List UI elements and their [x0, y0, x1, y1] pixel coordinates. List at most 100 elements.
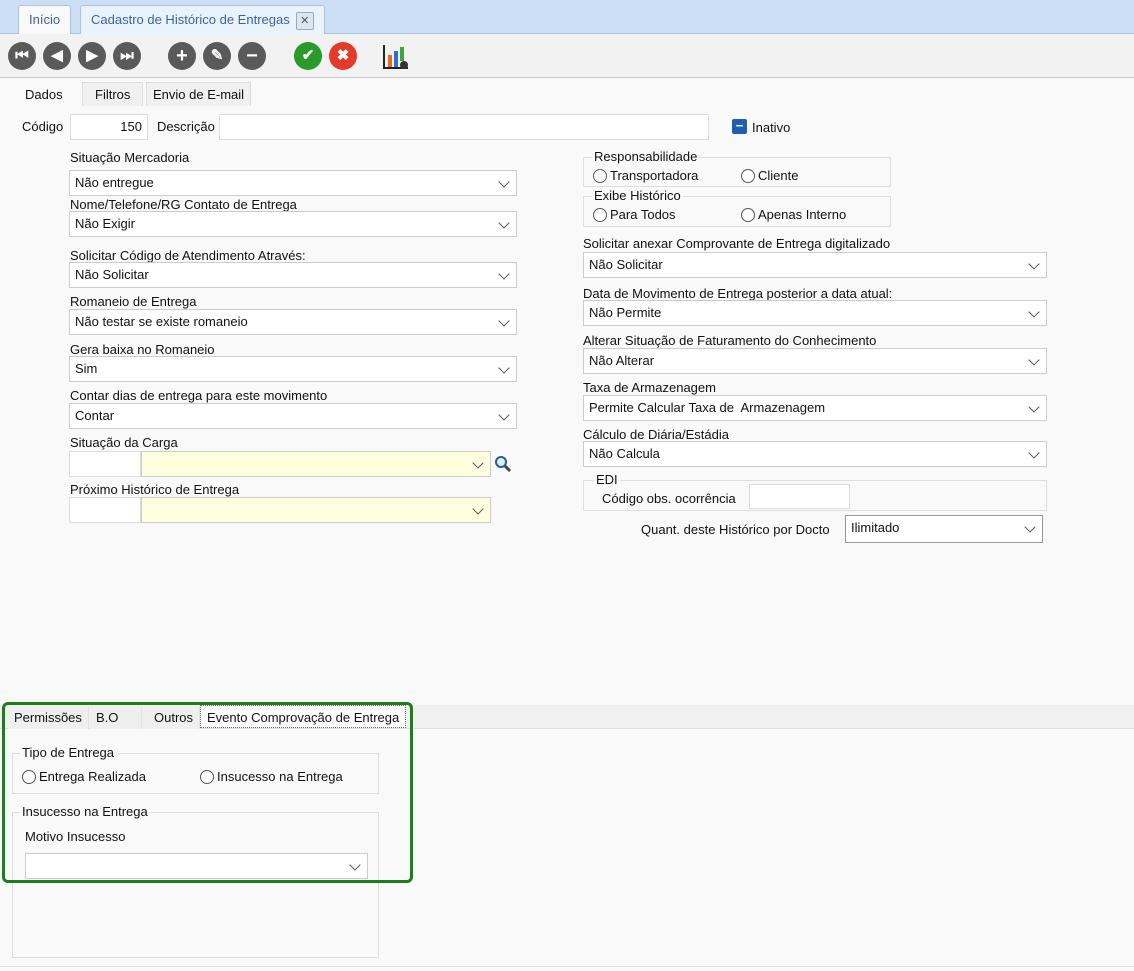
radio-cliente[interactable]: Cliente	[741, 168, 798, 183]
situacao-carga-select[interactable]	[141, 451, 491, 477]
next-record-icon[interactable]: ▶	[78, 42, 106, 70]
select-value: Não Solicitar	[75, 267, 149, 282]
faturamento-select[interactable]: Não Alterar	[583, 348, 1047, 374]
radio-circle	[593, 207, 607, 222]
situacao-carga-label: Situação da Carga	[70, 435, 178, 450]
codigo-atendimento-select[interactable]: Não Solicitar	[69, 262, 517, 288]
motivo-insucesso-select[interactable]	[25, 853, 368, 879]
comprovante-select[interactable]: Não Solicitar	[583, 252, 1047, 278]
chevron-down-icon	[498, 176, 510, 188]
codigo-obs-label: Código obs. ocorrência	[602, 491, 736, 506]
tipo-entrega-group: Tipo de Entrega Entrega Realizada Insuce…	[12, 745, 379, 794]
gera-baixa-select[interactable]: Sim	[69, 356, 517, 382]
tab-bo[interactable]: B.O	[90, 706, 142, 729]
close-tab-icon[interactable]: ✕	[295, 11, 314, 30]
chevron-down-icon	[1028, 306, 1040, 318]
radio-circle	[593, 168, 607, 183]
inativo-label: Inativo	[752, 120, 791, 135]
select-value: Ilimitado	[851, 520, 900, 535]
confirm-icon[interactable]: ✔	[294, 42, 322, 70]
previous-record-icon[interactable]: ◀	[43, 42, 71, 70]
data-movimento-label: Data de Movimento de Entrega posterior a…	[583, 286, 893, 301]
report-settings-icon[interactable]	[382, 43, 410, 71]
contato-entrega-select[interactable]: Não Exigir	[69, 211, 517, 237]
codigo-label: Código	[22, 119, 64, 134]
chevron-down-icon	[1028, 354, 1040, 366]
cancel-icon[interactable]: ✖	[329, 42, 357, 70]
group-title: Responsabilidade	[592, 149, 700, 164]
situacao-mercadoria-label: Situação Mercadoria	[70, 150, 190, 165]
chevron-down-icon	[498, 268, 510, 280]
comprovante-label: Solicitar anexar Comprovante de Entrega …	[583, 236, 891, 251]
tab-cadastro[interactable]: Cadastro de Histórico de Entregas ✕	[80, 5, 325, 34]
responsabilidade-group: Responsabilidade Transportadora Cliente	[583, 149, 891, 187]
proximo-historico-code-input[interactable]	[69, 497, 141, 523]
group-title: Tipo de Entrega	[20, 745, 117, 760]
proximo-historico-select[interactable]	[141, 497, 491, 523]
select-value: Não Alterar	[589, 353, 655, 368]
contar-dias-label: Contar dias de entrega para este movimen…	[70, 388, 328, 403]
situacao-carga-code-input[interactable]	[69, 451, 141, 477]
add-icon[interactable]: +	[168, 42, 196, 70]
select-value: Permite Calcular Taxa de Armazenagem	[589, 400, 826, 415]
search-icon[interactable]	[494, 455, 512, 476]
descricao-input[interactable]	[219, 114, 709, 140]
data-movimento-select[interactable]: Não Permite	[583, 300, 1047, 326]
radio-circle	[741, 168, 755, 183]
tab-permissoes[interactable]: Permissões	[8, 706, 89, 729]
calculo-diaria-label: Cálculo de Diária/Estádia	[583, 427, 729, 442]
group-title: Exibe Histórico	[592, 188, 683, 203]
proximo-historico-label: Próximo Histórico de Entrega	[70, 482, 240, 497]
quant-select[interactable]: Ilimitado	[845, 515, 1043, 543]
remove-icon[interactable]: −	[238, 42, 266, 70]
romaneio-label: Romaneio de Entrega	[70, 294, 197, 309]
group-title: Insucesso na Entrega	[20, 804, 150, 819]
radio-entrega-realizada[interactable]: Entrega Realizada	[22, 769, 146, 784]
select-value: Sim	[75, 361, 98, 376]
toolbar: ⏮ ◀ ▶ ⏭ + ✎ − ✔ ✖	[0, 34, 1134, 78]
group-title: EDI	[594, 472, 620, 487]
quant-label: Quant. deste Histórico por Docto	[641, 522, 830, 537]
chevron-down-icon	[349, 859, 361, 871]
select-value: Não testar se existe romaneio	[75, 314, 248, 329]
radio-circle	[741, 207, 755, 222]
chevron-down-icon	[1028, 447, 1040, 459]
descricao-label: Descrição	[157, 119, 215, 134]
inativo-checkbox[interactable]: −	[732, 119, 747, 134]
taxa-armazenagem-select[interactable]: Permite Calcular Taxa de Armazenagem	[583, 395, 1047, 421]
radio-label: Transportadora	[610, 168, 699, 183]
faturamento-label: Alterar Situação de Faturamento do Conhe…	[583, 333, 877, 348]
select-value: Não Solicitar	[589, 257, 663, 272]
edit-icon[interactable]: ✎	[203, 42, 231, 70]
codigo-atendimento-label: Solicitar Código de Atendimento Através:	[70, 248, 306, 263]
first-record-icon[interactable]: ⏮	[8, 42, 36, 70]
codigo-obs-input[interactable]	[749, 484, 850, 509]
edi-group: EDI Código obs. ocorrência	[583, 472, 1047, 511]
tab-inicio[interactable]: Início	[18, 5, 72, 34]
codigo-input[interactable]: 150	[70, 114, 148, 140]
tab-filtros[interactable]: Filtros	[82, 82, 144, 106]
chevron-down-icon	[1028, 258, 1040, 270]
tab-envio-email[interactable]: Envio de E-mail	[146, 82, 252, 106]
situacao-mercadoria-select[interactable]: Não entregue	[69, 170, 517, 196]
last-record-icon[interactable]: ⏭	[113, 42, 141, 70]
calculo-diaria-select[interactable]: Não Calcula	[583, 441, 1047, 467]
romaneio-select[interactable]: Não testar se existe romaneio	[69, 309, 517, 335]
radio-transportadora[interactable]: Transportadora	[593, 168, 698, 183]
radio-apenas-interno[interactable]: Apenas Interno	[741, 207, 846, 222]
motivo-insucesso-label: Motivo Insucesso	[25, 829, 126, 844]
gera-baixa-label: Gera baixa no Romaneio	[70, 342, 215, 357]
radio-circle	[200, 769, 214, 784]
insucesso-group: Insucesso na Entrega Motivo Insucesso	[12, 804, 379, 958]
tab-label: Cadastro de Histórico de Entregas	[91, 12, 290, 27]
radio-para-todos[interactable]: Para Todos	[593, 207, 676, 222]
radio-insucesso-entrega[interactable]: Insucesso na Entrega	[200, 769, 343, 784]
chevron-down-icon	[498, 315, 510, 327]
exibe-historico-group: Exibe Histórico Para Todos Apenas Intern…	[583, 188, 891, 227]
contar-dias-select[interactable]: Contar	[69, 403, 517, 429]
bottom-divider	[0, 966, 1134, 967]
tab-evento-comprovacao[interactable]: Evento Comprovação de Entrega	[200, 705, 407, 728]
tab-outros[interactable]: Outros	[142, 706, 200, 729]
tab-dados[interactable]: Dados	[12, 82, 76, 106]
select-value: Não Permite	[589, 305, 662, 320]
